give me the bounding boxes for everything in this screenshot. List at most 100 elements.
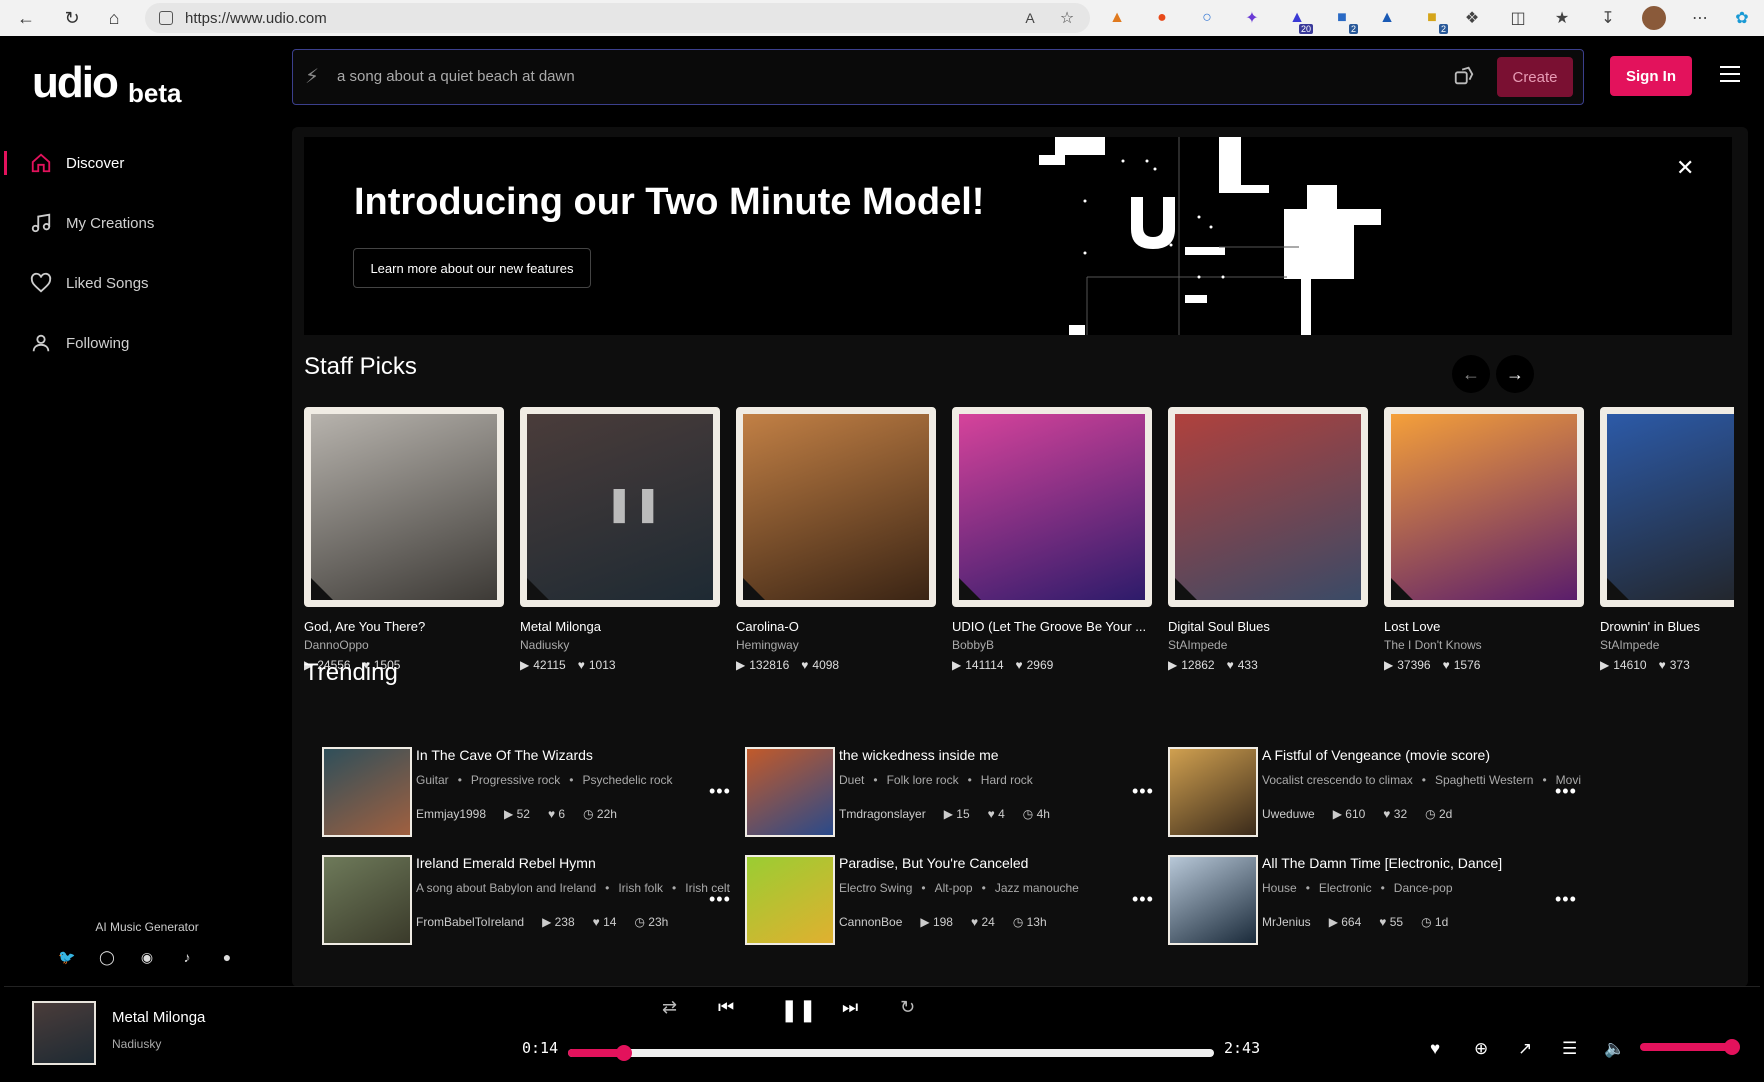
- genre-tag[interactable]: Vocalist crescendo to climax: [1262, 773, 1413, 787]
- trending-item[interactable]: Ireland Emerald Rebel Hymn A song about B…: [304, 855, 774, 947]
- scroll-left-button[interactable]: ←: [1452, 355, 1490, 393]
- song-artist[interactable]: BobbyB: [952, 638, 1152, 652]
- genre-tag[interactable]: Guitar: [416, 773, 449, 787]
- profile-avatar[interactable]: [1642, 6, 1666, 30]
- read-aloud-icon[interactable]: A: [1018, 6, 1042, 30]
- prompt-bar[interactable]: ⚡ a song about a quiet beach at dawn Cre…: [292, 49, 1584, 105]
- share-icon[interactable]: ↗: [1518, 1039, 1532, 1059]
- cover-art[interactable]: [304, 407, 504, 607]
- player-cover-art[interactable]: [32, 1001, 96, 1065]
- trending-item[interactable]: All The Damn Time [Electronic, Dance] Hou…: [1150, 855, 1620, 947]
- volume-slider[interactable]: [1640, 1039, 1740, 1055]
- progress-slider[interactable]: [568, 1045, 1214, 1061]
- staff-pick-card[interactable]: Carolina-O Hemingway ▶ 132816 ♥ 4098: [736, 407, 936, 672]
- cover-art[interactable]: [1168, 855, 1258, 945]
- song-artist[interactable]: The I Don't Knows: [1384, 638, 1584, 652]
- volume-icon[interactable]: 🔈: [1604, 1039, 1625, 1059]
- trending-item[interactable]: Paradise, But You're Canceled Electro Swi…: [727, 855, 1197, 947]
- shuffle-icon[interactable]: ⇄: [662, 997, 677, 1018]
- pause-overlay-icon[interactable]: ❚❚: [605, 484, 662, 524]
- player-track-title[interactable]: Metal Milonga: [112, 1009, 205, 1026]
- metamask-icon[interactable]: ▲: [1105, 6, 1129, 30]
- song-artist[interactable]: DannoOppo: [304, 638, 504, 652]
- favorite-star-icon[interactable]: ☆: [1055, 6, 1079, 30]
- player-track-artist[interactable]: Nadiusky: [112, 1037, 161, 1051]
- hamburger-menu-icon[interactable]: [1720, 66, 1740, 87]
- song-title[interactable]: Drownin' in Blues: [1600, 619, 1734, 634]
- queue-icon[interactable]: ☰: [1562, 1039, 1577, 1059]
- song-artist[interactable]: Uweduwe: [1262, 807, 1315, 821]
- staff-pick-card[interactable]: Drownin' in Blues StAImpede ▶ 14610 ♥ 373: [1600, 407, 1734, 672]
- sidebar-item-following[interactable]: Following: [4, 313, 290, 373]
- address-bar[interactable]: https://www.udio.com: [145, 3, 1090, 33]
- cover-art[interactable]: [1168, 407, 1368, 607]
- song-title[interactable]: Metal Milonga: [520, 619, 720, 634]
- genre-tag[interactable]: Progressive rock: [471, 773, 560, 787]
- genre-tag[interactable]: Folk lore rock: [887, 773, 959, 787]
- extension-icon[interactable]: ▲: [1375, 6, 1399, 30]
- back-icon[interactable]: ←: [8, 0, 44, 36]
- close-icon[interactable]: ✕: [1676, 155, 1694, 181]
- instagram-icon[interactable]: ◯: [96, 946, 118, 968]
- favorites-icon[interactable]: ★: [1550, 6, 1574, 30]
- like-heart-icon[interactable]: ♥: [1430, 1039, 1440, 1059]
- extension-icon[interactable]: ✦: [1240, 6, 1264, 30]
- extension-icon[interactable]: ●: [1150, 6, 1174, 30]
- genre-tag[interactable]: Duet: [839, 773, 864, 787]
- song-title[interactable]: God, Are You There?: [304, 619, 504, 634]
- sidebar-item-discover[interactable]: Discover: [4, 133, 290, 193]
- download-icon[interactable]: ↧: [1596, 6, 1620, 30]
- extension-icon[interactable]: ▲ 20: [1285, 6, 1313, 34]
- reload-icon[interactable]: ↻: [54, 0, 90, 36]
- scroll-right-button[interactable]: →: [1496, 355, 1534, 393]
- more-options-icon[interactable]: •••: [1555, 889, 1577, 910]
- dice-icon[interactable]: [1453, 65, 1475, 87]
- genre-tag[interactable]: Electro Swing: [839, 881, 912, 895]
- puzzle-icon[interactable]: ❖: [1460, 6, 1484, 30]
- reddit-icon[interactable]: ●: [216, 946, 238, 968]
- song-title[interactable]: Lost Love: [1384, 619, 1584, 634]
- song-title[interactable]: Ireland Emerald Rebel Hymn: [416, 855, 596, 871]
- song-artist[interactable]: Emmjay1998: [416, 807, 486, 821]
- twitter-icon[interactable]: 🐦: [56, 946, 78, 968]
- repeat-icon[interactable]: ↻: [900, 997, 915, 1018]
- cover-art[interactable]: [1168, 747, 1258, 837]
- staff-pick-card[interactable]: ❚❚ Metal Milonga Nadiusky ▶ 42115 ♥ 1013: [520, 407, 720, 672]
- sidebar-item-my-creations[interactable]: My Creations: [4, 193, 290, 253]
- cover-art[interactable]: [745, 747, 835, 837]
- song-title[interactable]: the wickedness inside me: [839, 747, 999, 763]
- extension-icon[interactable]: ■ 2: [1420, 6, 1448, 34]
- cover-art[interactable]: [1600, 407, 1734, 607]
- home-icon[interactable]: ⌂: [96, 0, 132, 36]
- song-title[interactable]: UDIO (Let The Groove Be Your ...: [952, 619, 1152, 634]
- genre-tag[interactable]: A song about Babylon and Ireland: [416, 881, 596, 895]
- song-artist[interactable]: MrJenius: [1262, 915, 1311, 929]
- create-button[interactable]: Create: [1497, 57, 1573, 97]
- prompt-input[interactable]: a song about a quiet beach at dawn: [337, 68, 575, 85]
- staff-pick-card[interactable]: Digital Soul Blues StAImpede ▶ 12862 ♥ 433: [1168, 407, 1368, 672]
- trending-item[interactable]: the wickedness inside me Duet • Folk lore r…: [727, 747, 1197, 839]
- sign-in-button[interactable]: Sign In: [1610, 56, 1692, 96]
- genre-tag[interactable]: Irish folk: [618, 881, 663, 895]
- genre-tag[interactable]: Alt-pop: [935, 881, 973, 895]
- genre-tag[interactable]: Dance-pop: [1394, 881, 1453, 895]
- progress-thumb[interactable]: [615, 1045, 632, 1061]
- song-artist[interactable]: Hemingway: [736, 638, 936, 652]
- more-options-icon[interactable]: ⋯: [1688, 6, 1712, 30]
- cover-art[interactable]: [736, 407, 936, 607]
- sidebar-item-liked-songs[interactable]: Liked Songs: [4, 253, 290, 313]
- cover-art[interactable]: ❚❚: [520, 407, 720, 607]
- add-to-playlist-icon[interactable]: ⊕: [1474, 1039, 1488, 1059]
- previous-icon[interactable]: ⏮: [718, 997, 734, 1018]
- song-artist[interactable]: CannonBoe: [839, 915, 902, 929]
- staff-pick-card[interactable]: Lost Love The I Don't Knows ▶ 37396 ♥ 1576: [1384, 407, 1584, 672]
- song-title[interactable]: Paradise, But You're Canceled: [839, 855, 1028, 871]
- genre-tag[interactable]: House: [1262, 881, 1297, 895]
- logo[interactable]: udio: [32, 58, 119, 108]
- cover-art[interactable]: [322, 855, 412, 945]
- cover-art[interactable]: [1384, 407, 1584, 607]
- genre-tag[interactable]: Jazz manouche: [995, 881, 1079, 895]
- staff-pick-card[interactable]: UDIO (Let The Groove Be Your ... BobbyB ▶ 1…: [952, 407, 1152, 672]
- genre-tag[interactable]: Psychedelic rock: [582, 773, 672, 787]
- cover-art[interactable]: [745, 855, 835, 945]
